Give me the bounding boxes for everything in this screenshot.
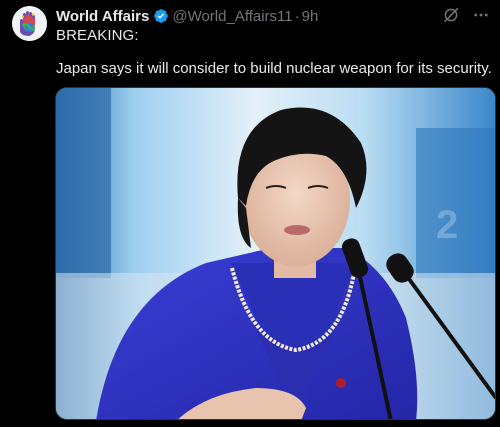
tweet-text-line1: BREAKING:: [56, 27, 139, 44]
tweet[interactable]: World Affairs @World_Affairs11 · 9h BREA: [0, 0, 500, 427]
avatar[interactable]: [12, 6, 47, 41]
tweet-text-body: Japan says it will consider to build nuc…: [56, 60, 492, 77]
grok-icon[interactable]: [442, 6, 460, 24]
svg-text:2: 2: [436, 203, 458, 247]
display-name[interactable]: World Affairs: [56, 8, 149, 25]
globe-hand-avatar-icon: [12, 6, 47, 41]
handle[interactable]: @World_Affairs11: [172, 8, 292, 25]
verified-badge-icon: [153, 8, 169, 24]
photo-woman-at-microphone: 2: [56, 88, 495, 419]
header-actions: [442, 5, 490, 25]
timestamp[interactable]: 9h: [302, 8, 319, 25]
separator-dot: ·: [294, 7, 300, 25]
tweet-header: World Affairs @World_Affairs11 · 9h: [56, 7, 318, 25]
tweet-photo[interactable]: 2: [55, 87, 496, 420]
more-options-icon[interactable]: [472, 6, 490, 24]
